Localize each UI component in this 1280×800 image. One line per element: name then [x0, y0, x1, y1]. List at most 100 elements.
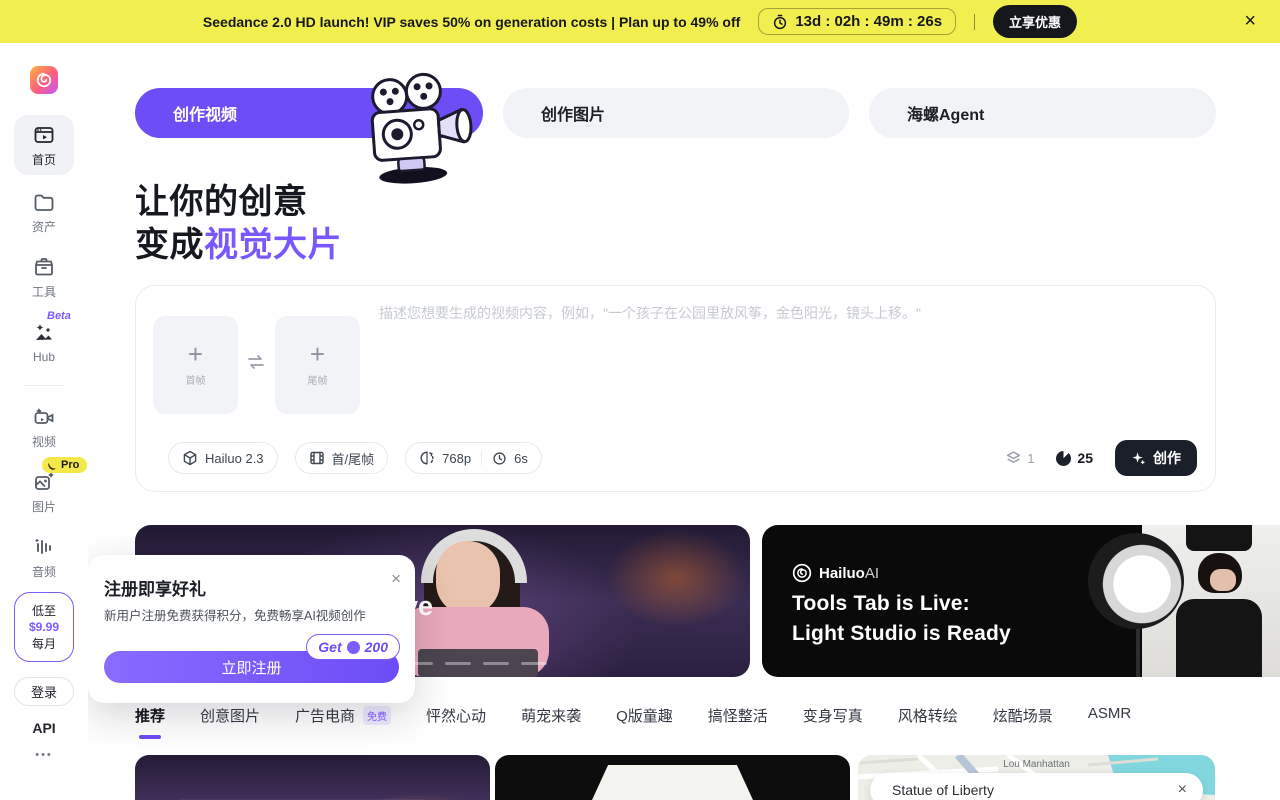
signup-popup: 注册即享好礼 新用户注册免费获得积分，免费畅享AI视频创作 × Get 200 … [88, 555, 415, 703]
prompt-input[interactable] [379, 302, 1179, 432]
countdown-timer: 13d : 02h : 49m : 26s [758, 8, 956, 35]
category-asmr[interactable]: ASMR [1088, 705, 1131, 722]
frame-mode-selector[interactable]: 首/尾帧 [295, 442, 389, 474]
tab-create-image[interactable]: 创作图片 [503, 88, 849, 138]
category-cool-scenes[interactable]: 炫酷场景 [993, 705, 1053, 726]
beta-badge: Beta [47, 310, 71, 322]
sidebar-divider [24, 385, 64, 386]
sidebar-item-label: 音频 [32, 563, 56, 580]
free-badge: 免费 [363, 706, 391, 725]
promo-illustration [436, 541, 500, 615]
resolution-icon [419, 450, 435, 466]
credit-cost-value: 25 [1077, 450, 1093, 466]
banana-icon [47, 460, 58, 471]
tab-label: 海螺Agent [907, 101, 984, 125]
sidebar-item-assets[interactable]: 资产 [0, 190, 88, 235]
plus-icon: + [310, 344, 325, 364]
map-search-text: Statue of Liberty [892, 782, 994, 798]
model-selector[interactable]: Hailuo 2.3 [168, 442, 278, 474]
category-funny[interactable]: 搞怪整活 [708, 705, 768, 726]
resolution-duration-selector[interactable]: 768p 6s [405, 442, 542, 474]
page: Seedance 2.0 HD launch! VIP saves 50% on… [0, 0, 1280, 800]
tab-hailuo-agent[interactable]: 海螺Agent [869, 88, 1216, 138]
gallery-card[interactable] [135, 755, 490, 800]
cube-icon [182, 450, 198, 466]
duration-clock-icon [492, 451, 507, 466]
pro-badge: Pro [42, 457, 87, 473]
banner-cta-button[interactable]: 立享优惠 [993, 5, 1077, 38]
carousel-dash[interactable] [483, 662, 509, 665]
sidebar-item-video[interactable]: 视频 [0, 405, 88, 450]
layers-icon [1005, 450, 1022, 467]
popup-close-icon[interactable]: × [391, 569, 401, 589]
first-frame-label: 首帧 [186, 372, 206, 387]
active-tab-indicator [139, 735, 161, 739]
tab-create-video[interactable]: 创作视频 [135, 88, 483, 138]
carousel-dash[interactable] [521, 662, 547, 665]
gallery-card-map[interactable]: Lou Manhattan Statue of Liberty × [858, 755, 1215, 800]
sidebar: 首页 资产 工具 Beta Hub 视频 [0, 43, 88, 800]
category-style-transfer[interactable]: 风格转绘 [898, 705, 958, 726]
composer-toolbar: Hailuo 2.3 首/尾帧 768p [136, 440, 1215, 476]
frame-mode-label: 首/尾帧 [332, 449, 375, 468]
sidebar-item-label: 工具 [32, 283, 56, 300]
sidebar-item-image[interactable]: 图片 [0, 470, 88, 515]
more-menu-icon[interactable]: ••• [0, 749, 88, 761]
category-portrait[interactable]: 变身写真 [803, 705, 863, 726]
image-icon [32, 470, 56, 494]
signup-description: 新用户注册免费获得积分，免费畅享AI视频创作 [104, 605, 366, 624]
sidebar-item-tools[interactable]: 工具 [0, 255, 88, 300]
create-button[interactable]: 创作 [1115, 440, 1197, 476]
first-frame-upload[interactable]: + 首帧 [153, 316, 238, 414]
audio-waveform-icon [32, 535, 56, 559]
hero-accent: 视觉大片 [204, 226, 342, 264]
batch-count-control[interactable]: 1 [1005, 450, 1034, 467]
sidebar-item-label: 视频 [32, 433, 56, 450]
last-frame-upload[interactable]: + 尾帧 [275, 316, 360, 414]
category-tabs: 推荐 创意图片 广告电商 免费 怦然心动 萌宠来袭 Q版童趣 搞怪整活 变身写真… [135, 705, 1131, 739]
last-frame-label: 尾帧 [308, 372, 328, 387]
sidebar-item-label: Hub [33, 350, 55, 364]
map-search-pill: Statue of Liberty × [870, 773, 1203, 800]
coin-icon [347, 641, 360, 654]
tab-label: 创作图片 [541, 101, 605, 125]
sidebar-item-home[interactable]: 首页 [14, 115, 74, 175]
category-ad-ecommerce[interactable]: 广告电商 免费 [295, 705, 391, 726]
countdown-value: 13d : 02h : 49m : 26s [795, 13, 942, 30]
prompt-composer: + 首帧 + 尾帧 Hailuo 2.3 [135, 285, 1216, 492]
coin-icon [1056, 451, 1071, 466]
promo-card-light-studio[interactable]: HailuoAI Tools Tab is Live: Light Studio… [762, 525, 1280, 677]
promo-illustration [1186, 525, 1252, 551]
composer-actions: 1 25 创作 [1005, 440, 1197, 476]
hero-line2: 变成视觉大片 [135, 224, 342, 267]
price-prefix: 低至 [32, 602, 56, 619]
sidebar-item-audio[interactable]: 音频 [0, 535, 88, 580]
credit-cost: 25 [1056, 450, 1093, 466]
signup-title: 注册即享好礼 [104, 575, 206, 600]
price-suffix: 每月 [32, 635, 56, 652]
swap-frames-icon[interactable] [244, 350, 268, 374]
sidebar-item-hub[interactable]: Hub [0, 322, 88, 364]
video-camera-icon [32, 405, 56, 429]
promo-illustration [1176, 599, 1262, 677]
category-q-version[interactable]: Q版童趣 [616, 705, 673, 726]
category-recommended[interactable]: 推荐 [135, 705, 165, 739]
clock-icon [772, 14, 788, 30]
banner-close-icon[interactable]: × [1244, 8, 1256, 34]
api-link[interactable]: API [0, 720, 88, 736]
map-close-icon[interactable]: × [1178, 781, 1187, 799]
hailuo-logo[interactable] [30, 66, 58, 94]
pill-divider [481, 451, 482, 465]
login-button[interactable]: 登录 [14, 677, 74, 706]
category-cute-pets[interactable]: 萌宠来袭 [521, 705, 581, 726]
carousel-dash[interactable] [445, 662, 471, 665]
promo-illustration [1210, 569, 1236, 591]
category-heartbeat[interactable]: 怦然心动 [426, 705, 486, 726]
film-icon [309, 450, 325, 466]
price-amount: $9.99 [29, 620, 59, 634]
pricing-upgrade-box[interactable]: 低至 $9.99 每月 [14, 592, 74, 662]
sidebar-item-label: 资产 [32, 218, 56, 235]
toolbox-icon [32, 255, 56, 279]
gallery-card[interactable] [495, 755, 850, 800]
category-creative-image[interactable]: 创意图片 [200, 705, 260, 726]
